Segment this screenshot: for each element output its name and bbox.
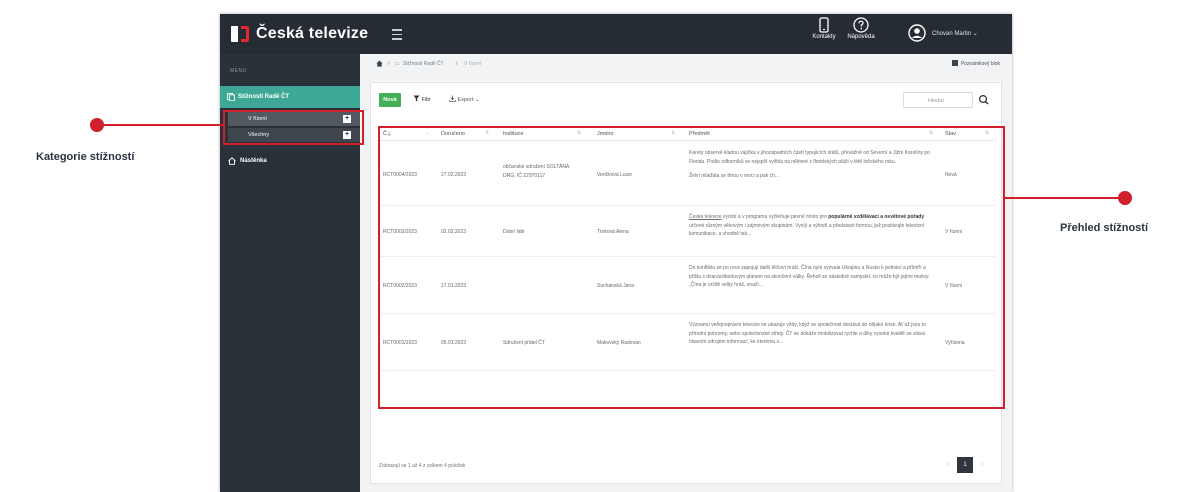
filter-icon [413, 95, 420, 102]
brand-name: Česká televize [256, 25, 369, 42]
sidebar-item-label: Stížnosti Radě ČT [238, 94, 290, 100]
sidebar-item-label: Nástěnka [240, 158, 267, 164]
export-label: Export [457, 97, 474, 103]
menu-caption: MENU [230, 68, 247, 74]
home-icon [228, 157, 236, 165]
notebook-icon [951, 60, 958, 66]
download-icon [449, 95, 456, 102]
notes-button[interactable]: Poznámkový blok [951, 60, 1000, 67]
callout-line [100, 124, 224, 126]
contacts-label: Kontakty [812, 34, 836, 40]
notes-label: Poznámkový blok [960, 61, 1000, 67]
search-placeholder: Hledat [928, 98, 944, 104]
pagination-page[interactable]: 1 [957, 457, 973, 473]
top-bar: Česká televize Kontakty Nápověda Chovan … [220, 14, 1012, 54]
new-complaint-button[interactable]: Nová [379, 93, 401, 107]
help-icon [853, 17, 869, 33]
ct-logo-icon [231, 26, 249, 42]
help-label: Nápověda [847, 34, 875, 40]
export-button[interactable]: Export ⌄ [449, 95, 480, 103]
filter-button[interactable]: Filtr [413, 95, 431, 103]
phone-icon [819, 17, 829, 33]
figure: Česká televize Kontakty Nápověda Chovan … [0, 0, 1190, 492]
avatar-icon [908, 24, 926, 42]
callout-categories: Kategorie stížností [36, 151, 135, 163]
pagination-next[interactable]: › [977, 457, 987, 473]
search-icon[interactable] [975, 92, 993, 108]
help-button[interactable]: Nápověda [844, 17, 878, 51]
home-icon[interactable] [376, 60, 383, 67]
breadcrumb-separator: / [388, 61, 390, 67]
overview-highlight-box [378, 126, 1005, 409]
breadcrumb-separator: / [456, 61, 458, 67]
user-name-text: Chovan Martin [932, 31, 972, 37]
documents-icon [227, 93, 235, 101]
pagination-prev[interactable]: ‹ [943, 457, 953, 473]
user-name: Chovan Martin ⌄ [932, 30, 978, 37]
breadcrumb-current: V řízení [464, 61, 482, 67]
callout-overview: Přehled stížností [1060, 222, 1149, 234]
filter-label: Filtr [421, 97, 431, 103]
callout-line [1005, 197, 1123, 199]
breadcrumb: / ▭ Stížnosti Radě ČT / V řízení Poznámk… [360, 54, 1012, 74]
chevron-down-icon: ⌄ [474, 97, 480, 103]
contacts-button[interactable]: Kontakty [808, 17, 840, 51]
menu-toggle-icon[interactable] [390, 26, 404, 42]
categories-highlight-box [223, 110, 364, 145]
documents-icon: ▭ [395, 61, 400, 67]
chevron-down-icon: ⌄ [972, 31, 978, 37]
sidebar-item-complaints[interactable]: Stížnosti Radě ČT [220, 86, 360, 108]
breadcrumb-section[interactable]: Stížnosti Radě ČT [403, 61, 444, 67]
callout-dot [1118, 191, 1132, 205]
toolbar: Nová Filtr Export ⌄ Hledat [371, 83, 1003, 117]
pagination-summary: Zobrazují se 1 až 4 z celkem 4 položek [379, 463, 466, 469]
search-input[interactable]: Hledat [903, 92, 973, 108]
sidebar-item-dashboard[interactable]: Nástěnka [220, 154, 360, 168]
